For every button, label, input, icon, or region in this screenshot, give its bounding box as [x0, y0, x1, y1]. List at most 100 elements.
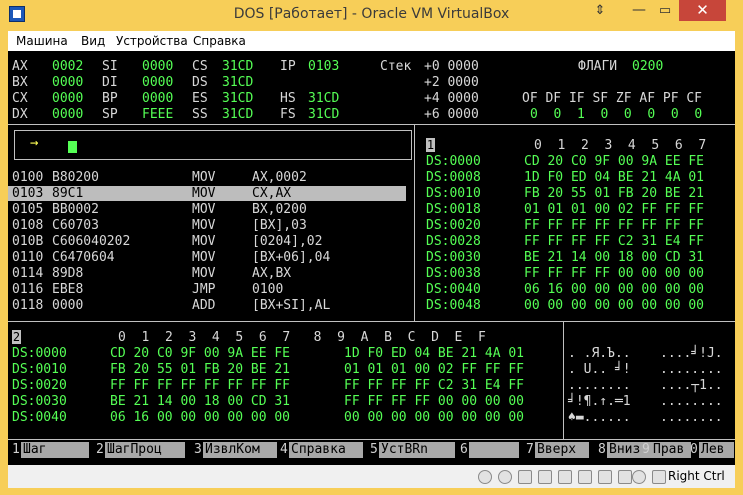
- prompt-arrow-icon: →: [30, 135, 39, 151]
- video-capture-icon[interactable]: [598, 470, 612, 484]
- maximize-button[interactable]: ▭: [652, 0, 678, 21]
- disasm-cell: C606040202: [52, 234, 131, 249]
- network-icon[interactable]: [538, 470, 552, 484]
- close-button[interactable]: ✕: [679, 0, 726, 21]
- dump2-ascii: ♠▬......: [568, 410, 631, 425]
- fkey-label[interactable]: УстBRn: [379, 442, 455, 458]
- display-icon[interactable]: [578, 470, 592, 484]
- register-value[interactable]: 31CD: [308, 91, 339, 107]
- disasm-cell: MOV: [192, 202, 216, 217]
- fkey-label[interactable]: Прав: [651, 442, 691, 458]
- disasm-cell: 0116: [12, 282, 44, 297]
- disasm-cell: EBE8: [52, 282, 84, 297]
- dump1-bytes: 00 00 00 00 00 00 00 00: [524, 298, 705, 313]
- fkey-label[interactable]: Вверх: [535, 442, 589, 458]
- register-name: AX: [12, 59, 28, 74]
- fkey-label[interactable]: [469, 442, 519, 458]
- keyboard-icon[interactable]: [652, 470, 666, 484]
- dump2-bytes: FF FF FF FF FF FF FF FF: [110, 378, 291, 393]
- function-key-bar: 1 Шаг 2 ШагПроц 3 ИзвлКом 4 Справка 5 УстBRn 6 7 Вве…: [8, 442, 735, 458]
- divider-line: [8, 439, 735, 440]
- dump1-bytes: FF FF FF FF C2 31 E4 FF: [524, 234, 705, 249]
- title-bar: DOS [Работает] - Oracle VM VirtualBox ⇕ …: [0, 0, 743, 31]
- divider-line: [8, 124, 735, 125]
- fkey-number: 0: [690, 442, 698, 457]
- disasm-cell: JMP: [192, 282, 216, 297]
- pin-icon[interactable]: ⇕: [586, 0, 614, 21]
- register-name: CS: [192, 59, 208, 74]
- register-value[interactable]: 0000: [142, 75, 173, 91]
- cpu-icon[interactable]: [618, 470, 632, 484]
- dump1-address: DS:0000: [426, 154, 481, 169]
- cd-icon[interactable]: [498, 470, 512, 484]
- dump1-address: DS:0030: [426, 250, 481, 265]
- dump1-bytes: BE 21 14 00 18 00 CD 31: [524, 250, 705, 265]
- minimize-button[interactable]: —: [626, 0, 652, 21]
- dump2-bytes: CD 20 C0 9F 00 9A EE FE: [110, 346, 291, 361]
- register-value[interactable]: 31CD: [222, 75, 253, 91]
- register-value[interactable]: 31CD: [222, 59, 253, 75]
- menu-help[interactable]: Справка: [193, 34, 246, 48]
- divider-line: [414, 124, 415, 321]
- menu-devices[interactable]: Устройства: [116, 34, 188, 48]
- fkey-label[interactable]: ИзвлКом: [203, 442, 277, 458]
- register-value[interactable]: 0000: [52, 107, 83, 123]
- register-name: IP: [280, 59, 296, 74]
- fkey-number: 1: [12, 442, 20, 457]
- fkey-number: 9: [642, 442, 650, 457]
- disasm-cell: MOV: [192, 170, 216, 185]
- stack-row: +4 0000: [424, 91, 479, 106]
- disasm-cell: 0108: [12, 218, 44, 233]
- mouse-integration-icon[interactable]: [632, 470, 646, 484]
- register-value[interactable]: 0000: [142, 91, 173, 107]
- stack-label: Стек: [380, 59, 412, 74]
- disasm-cell: BX,0200: [252, 202, 307, 217]
- disasm-cell: [BX+06],04: [252, 250, 331, 265]
- hdd-icon[interactable]: [478, 470, 492, 484]
- fkey-label[interactable]: Шаг: [21, 442, 89, 458]
- register-value[interactable]: 0000: [52, 91, 83, 107]
- register-value[interactable]: 0000: [142, 59, 173, 75]
- register-value[interactable]: 31CD: [308, 107, 339, 123]
- register-name: BP: [102, 91, 118, 106]
- disasm-cell: 0114: [12, 266, 44, 281]
- register-value[interactable]: 31CD: [222, 107, 253, 123]
- fkey-label[interactable]: Лев: [699, 442, 734, 458]
- dump2-address: DS:0010: [12, 362, 67, 377]
- dump2-bytes: BE 21 14 00 18 00 CD 31: [110, 394, 291, 409]
- dump2-address: DS:0020: [12, 378, 67, 393]
- register-value[interactable]: 31CD: [222, 91, 253, 107]
- usb-icon[interactable]: [518, 470, 532, 484]
- stack-row: +0 0000: [424, 59, 479, 74]
- disasm-cell: 89D8: [52, 266, 84, 281]
- stack-row: +2 0000: [424, 75, 479, 90]
- dump1-bytes: 01 01 01 00 02 FF FF FF: [524, 202, 705, 217]
- fkey-number: 7: [526, 442, 534, 457]
- fkey-number: 5: [370, 442, 378, 457]
- divider-line: [8, 321, 735, 322]
- fkey-label[interactable]: ШагПроц: [105, 442, 185, 458]
- dump2-bytes: 00 00 00 00 00 00 00 00: [344, 410, 525, 425]
- vm-screen[interactable]: AX 0002 SI 0000 CS 31CD IP 0103 BX 0000 DI 0000 DS 31…: [8, 51, 735, 465]
- menu-view[interactable]: Вид: [81, 34, 105, 48]
- stack-row: +6 0000: [424, 107, 479, 122]
- dump1-address: DS:0040: [426, 282, 481, 297]
- register-value[interactable]: 0000: [52, 75, 83, 91]
- disasm-cell: 0100: [252, 282, 284, 297]
- register-name: CX: [12, 91, 28, 106]
- disasm-cell: C6470604: [52, 250, 115, 265]
- register-value[interactable]: 0002: [52, 59, 83, 75]
- shared-folders-icon[interactable]: [558, 470, 572, 484]
- disasm-cell: MOV: [192, 250, 216, 265]
- register-value[interactable]: 0103: [308, 59, 339, 75]
- disasm-cell: AX,BX: [252, 266, 292, 281]
- dump2-header: 0 1 2 3 4 5 6 7 8 9 A B C D E F: [118, 330, 486, 345]
- register-value[interactable]: FEEE: [142, 107, 173, 123]
- menu-bar: Машина Вид Устройства Справка: [8, 31, 735, 51]
- window-border: [0, 31, 8, 495]
- dump1-address: DS:0028: [426, 234, 481, 249]
- dump2-ascii: ....╛!J.: [660, 346, 723, 361]
- fkey-label[interactable]: Справка: [289, 442, 363, 458]
- menu-machine[interactable]: Машина: [16, 34, 68, 48]
- disasm-cell: 0118: [12, 298, 44, 313]
